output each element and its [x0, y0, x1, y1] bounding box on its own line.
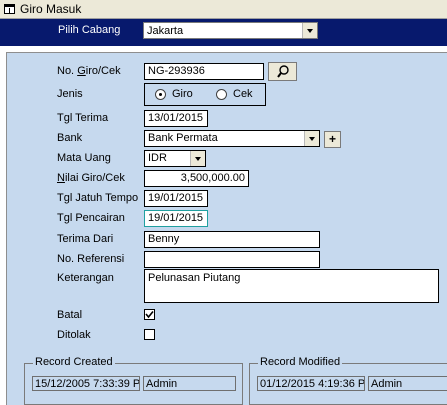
no-giro-input[interactable]: NG-293936 [144, 63, 264, 80]
bank-select-value: Bank Permata [148, 132, 218, 144]
record-modified-group: Record Modified 01/12/2015 4:19:36 PM Ad… [249, 356, 447, 405]
tgl-terima-label: Tgl Terima [57, 112, 109, 124]
branch-select-value: Jakarta [147, 25, 184, 37]
record-created-title: Record Created [33, 356, 115, 368]
radio-cek-label: Cek [233, 88, 253, 100]
chevron-down-icon[interactable] [190, 151, 205, 166]
nilai-label: Nilai Giro/Cek [57, 172, 125, 184]
form-panel: No. Giro/Cek NG-293936 Jenis Giro Cek Tg… [6, 52, 447, 405]
no-referensi-input[interactable] [144, 251, 320, 268]
batal-label: Batal [57, 309, 83, 321]
keterangan-label: Keterangan [57, 272, 114, 284]
record-created-user: Admin [143, 376, 236, 391]
nilai-input[interactable]: 3,500,000.00 [144, 170, 249, 187]
checkmark-icon [145, 310, 154, 319]
ditolak-checkbox[interactable] [144, 329, 155, 340]
no-referensi-label: No. Referensi [57, 253, 125, 265]
record-modified-user: Admin [368, 376, 447, 391]
record-modified-title: Record Modified [258, 356, 343, 368]
tgl-terima-input[interactable]: 13/01/2015 [144, 110, 208, 127]
jenis-label: Jenis [57, 88, 83, 100]
bank-select[interactable]: Bank Permata [144, 130, 320, 147]
tgl-pencairan-input[interactable]: 19/01/2015 [144, 210, 208, 227]
add-bank-button[interactable]: + [324, 131, 341, 148]
branch-label: Pilih Cabang [58, 24, 121, 36]
currency-select-value: IDR [148, 152, 167, 164]
branch-select[interactable]: Jakarta [143, 22, 318, 39]
branch-bar: Pilih Cabang Jakarta [0, 19, 447, 46]
record-created-datetime: 15/12/2005 7:33:39 PM [32, 376, 140, 391]
search-icon [277, 65, 289, 78]
form-window-icon [4, 4, 15, 14]
jenis-radio-group: Giro Cek [144, 83, 266, 106]
window-titlebar: Giro Masuk [0, 0, 447, 19]
window-title: Giro Masuk [20, 2, 82, 16]
record-created-group: Record Created 15/12/2005 7:33:39 PM Adm… [24, 356, 243, 405]
tgl-jatuh-tempo-label: Tgl Jatuh Tempo [57, 192, 139, 204]
no-giro-label: No. Giro/Cek [57, 65, 121, 77]
search-giro-button[interactable] [268, 62, 297, 81]
keterangan-textarea[interactable]: Pelunasan Piutang [144, 269, 439, 303]
radio-giro-label: Giro [172, 88, 193, 100]
chevron-down-icon[interactable] [302, 23, 317, 38]
record-modified-datetime: 01/12/2015 4:19:36 PM [257, 376, 365, 391]
batal-checkbox[interactable] [144, 309, 155, 320]
currency-select[interactable]: IDR [144, 150, 206, 167]
chevron-down-icon[interactable] [304, 131, 319, 146]
radio-giro[interactable] [155, 89, 166, 100]
terima-dari-input[interactable]: Benny [144, 231, 320, 248]
mata-uang-label: Mata Uang [57, 152, 111, 164]
tgl-jatuh-tempo-input[interactable]: 19/01/2015 [144, 190, 208, 207]
radio-cek[interactable] [216, 89, 227, 100]
ditolak-label: Ditolak [57, 329, 91, 341]
tgl-pencairan-label: Tgl Pencairan [57, 212, 125, 224]
terima-dari-label: Terima Dari [57, 233, 114, 245]
bank-label: Bank [57, 132, 83, 144]
